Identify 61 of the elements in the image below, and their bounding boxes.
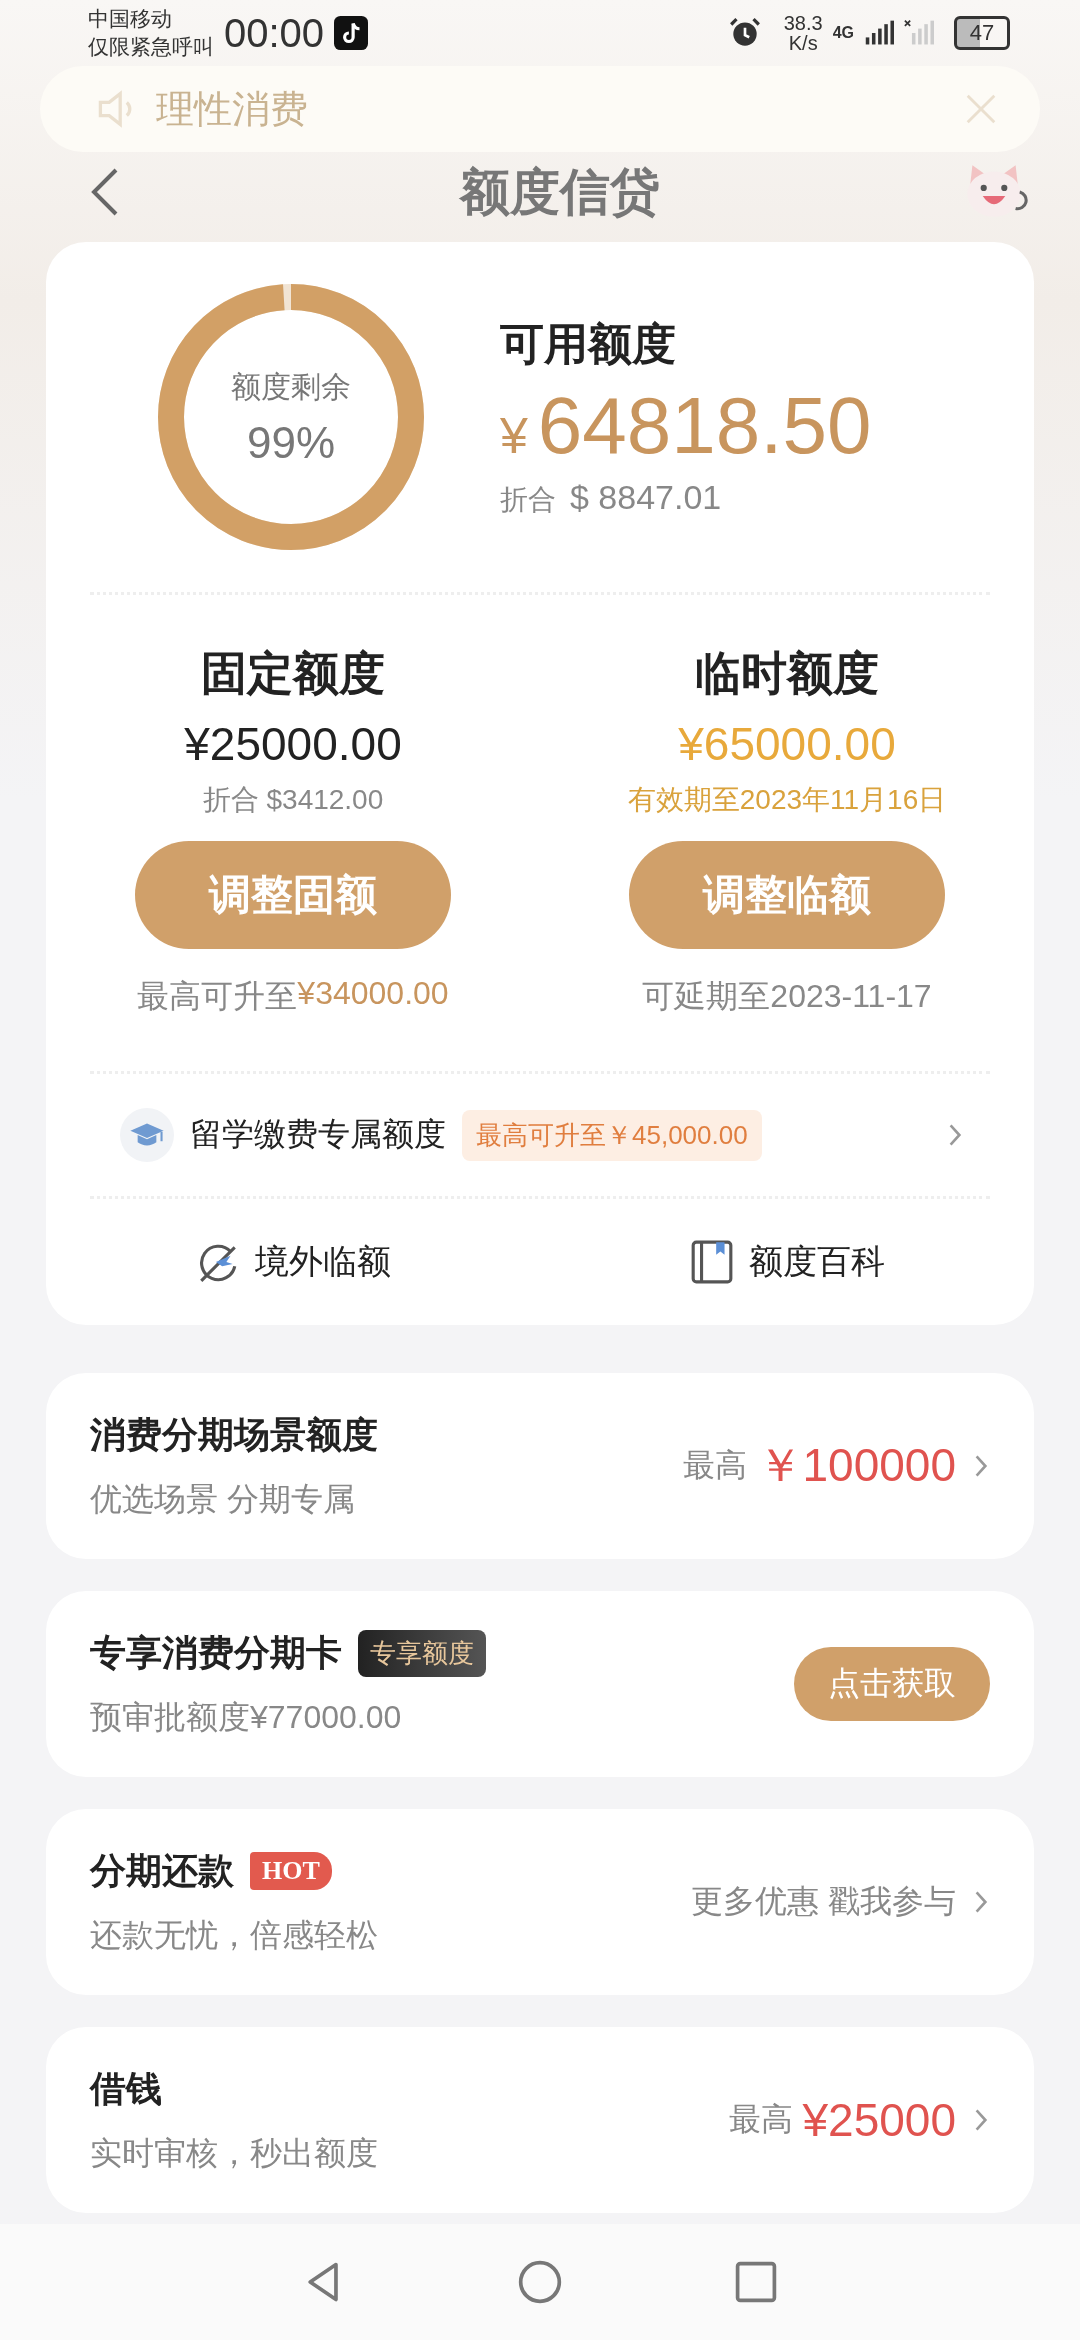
- chevron-icon: [974, 2107, 988, 2133]
- available-amount: 64818.50: [537, 380, 872, 472]
- currency-sign: ¥: [500, 407, 528, 465]
- promo-text: 更多优惠 戳我参与: [691, 1882, 956, 1921]
- available-title: 可用额度: [500, 318, 677, 370]
- gauge-label: 额度剩余: [231, 368, 351, 405]
- carrier-name: 中国移动: [88, 6, 173, 32]
- product-subtitle: 还款无忧，倍感轻松: [90, 1915, 378, 1955]
- network-type: 4G: [832, 24, 854, 42]
- no-signal-icon: [904, 19, 934, 47]
- quota-note-amount: ¥34000.00: [297, 975, 449, 1013]
- hot-tag: HOT: [250, 1852, 332, 1890]
- battery-indicator: 47: [954, 16, 1010, 50]
- product-subtitle: 预审批额度¥77000.00: [90, 1697, 403, 1737]
- quota-amount: ¥65000.00: [678, 717, 896, 771]
- product-subtitle: 优选场景 分期专属: [90, 1479, 356, 1519]
- book-icon[interactable]: [689, 1239, 735, 1285]
- converted-amount: $ 8847.01: [570, 478, 722, 517]
- quota-subtitle: 折合 $3412.00: [202, 783, 384, 817]
- signal-icon: [864, 19, 894, 47]
- link-label[interactable]: 额度百科: [749, 1239, 885, 1285]
- carrier-note: 仅限紧急呼叫: [88, 34, 214, 60]
- quota-amount: ¥25000.00: [184, 717, 402, 771]
- music-note-icon: [334, 16, 369, 50]
- product-tag: 专享额度: [358, 1629, 486, 1677]
- study-label: 留学缴费专属额度: [190, 1115, 446, 1154]
- chevron-icon: [974, 1453, 988, 1479]
- home-nav-icon[interactable]: [517, 2259, 563, 2305]
- study-row[interactable]: 留学缴费专属额度 最高可升至￥45,000.00: [46, 1074, 1034, 1196]
- product-card[interactable]: 消费分期场景额度 优选场景 分期专属 最高 ￥100000: [46, 1373, 1034, 1559]
- max-amount: ¥25000: [802, 2093, 956, 2147]
- notice-text: 理性消费: [156, 86, 308, 132]
- converted-label: 折合: [500, 483, 556, 517]
- product-card[interactable]: 分期还款 HOT 还款无忧，倍感轻松 更多优惠 戳我参与: [46, 1809, 1034, 1995]
- product-title: 专享消费分期卡: [90, 1630, 342, 1675]
- gauge-percent: 99%: [246, 417, 336, 468]
- page-title: 额度信贷: [458, 162, 661, 222]
- max-amount: ￥100000: [756, 1438, 956, 1493]
- product-subtitle: 实时审核，秒出额度: [90, 2133, 378, 2173]
- quota-title: 固定额度: [201, 646, 385, 701]
- max-label: 最高: [728, 2100, 793, 2139]
- chevron-icon: [948, 1122, 962, 1148]
- product-card[interactable]: 借钱 实时审核，秒出额度 最高 ¥25000: [46, 2027, 1034, 2213]
- quota-note: 可延期至2023-11-17: [642, 977, 932, 1016]
- recents-nav-icon[interactable]: [733, 2259, 779, 2305]
- link-label[interactable]: 境外临额: [255, 1239, 391, 1285]
- quota-title: 临时额度: [695, 646, 879, 701]
- quota-subtitle: 有效期至2023年11月16日: [627, 783, 947, 817]
- speed-unit: K/s: [788, 33, 818, 53]
- quota-note: 最高可升至: [137, 977, 298, 1016]
- study-badge: 最高可升至￥45,000.00: [462, 1109, 762, 1161]
- clock-time: 00:00: [224, 10, 325, 56]
- max-label: 最高: [682, 1446, 747, 1485]
- product-card[interactable]: 专享消费分期卡 专享额度 预审批额度¥77000.00 点击获取: [46, 1591, 1034, 1777]
- speed-value: 38.3: [783, 13, 823, 33]
- product-title: 分期还款: [90, 1848, 234, 1893]
- back-icon[interactable]: [90, 167, 120, 217]
- chevron-icon: [974, 1889, 988, 1915]
- product-title: 消费分期场景额度: [90, 1412, 378, 1457]
- graduation-cap-icon: [120, 1108, 174, 1162]
- product-title: 借钱: [90, 2066, 162, 2111]
